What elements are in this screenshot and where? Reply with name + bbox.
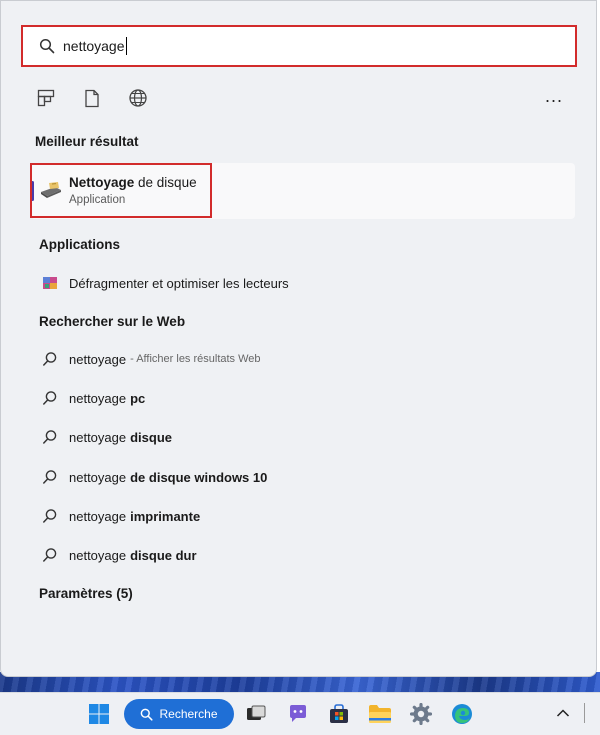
web-result-query: nettoyage: [69, 547, 127, 563]
web-result-query: nettoyage: [69, 508, 127, 524]
web-result-item[interactable]: nettoyage de disque windows 10: [39, 467, 267, 487]
windows-start-icon[interactable]: [86, 701, 112, 727]
search-icon: [39, 547, 61, 563]
search-icon: [39, 38, 55, 54]
store-icon[interactable]: [326, 701, 352, 727]
web-result-query: nettoyage: [69, 390, 127, 406]
taskbar: Recherche: [0, 692, 600, 735]
search-icon: [39, 429, 61, 445]
taskbar-search-label: Recherche: [159, 707, 218, 721]
search-icon: [39, 469, 61, 485]
search-panel: nettoyage ... Meilleur résultat Nettoyag…: [0, 0, 597, 677]
web-result-item[interactable]: nettoyage imprimante: [39, 506, 200, 526]
app-result-defrag[interactable]: Défragmenter et optimiser les lecteurs: [39, 273, 289, 293]
web-icon[interactable]: [127, 87, 149, 109]
web-result-query: nettoyage: [69, 469, 127, 485]
web-result-suggestion: disque dur: [130, 547, 197, 563]
app-result-label: Défragmenter et optimiser les lecteurs: [69, 275, 289, 291]
web-result-suggestion: pc: [130, 390, 146, 406]
web-result-suggestion: de disque windows 10: [130, 469, 268, 485]
document-icon[interactable]: [81, 87, 103, 109]
web-result-hint: - Afficher les résultats Web: [130, 353, 261, 365]
chevron-up-icon[interactable]: [556, 705, 570, 723]
search-icon: [141, 708, 154, 721]
apps-heading: Applications: [39, 237, 121, 252]
apps-icon[interactable]: [35, 87, 57, 109]
settings-heading[interactable]: Paramètres (5): [39, 586, 133, 601]
highlight-outline: [30, 163, 212, 218]
web-result-query: nettoyage: [69, 351, 127, 367]
web-result-query: nettoyage: [69, 429, 127, 445]
file-explorer-icon[interactable]: [367, 701, 393, 727]
edge-browser-icon[interactable]: [449, 701, 475, 727]
web-heading: Rechercher sur le Web: [39, 314, 186, 329]
text-caret: [125, 37, 127, 55]
search-query: nettoyage: [63, 38, 125, 54]
settings-gear-icon[interactable]: [408, 701, 434, 727]
chat-icon[interactable]: [285, 701, 311, 727]
more-options-button[interactable]: ...: [545, 86, 563, 107]
taskbar-search-button[interactable]: Recherche: [124, 699, 234, 729]
web-result-item[interactable]: nettoyage disque dur: [39, 545, 197, 565]
search-input[interactable]: nettoyage: [21, 25, 577, 67]
tray-divider: [584, 703, 585, 723]
web-result-item[interactable]: nettoyage disque: [39, 427, 172, 447]
search-icon: [39, 390, 61, 406]
defrag-app-icon: [39, 274, 61, 292]
web-result-item[interactable]: nettoyage pc: [39, 388, 145, 408]
search-icon: [39, 351, 61, 367]
web-result-item[interactable]: nettoyage - Afficher les résultats Web: [39, 349, 261, 369]
web-result-suggestion: disque: [130, 429, 173, 445]
web-result-suggestion: imprimante: [130, 508, 201, 524]
filter-bar: [35, 87, 149, 109]
task-view-icon[interactable]: [243, 701, 269, 727]
search-icon: [39, 508, 61, 524]
best-match-heading: Meilleur résultat: [35, 134, 139, 149]
